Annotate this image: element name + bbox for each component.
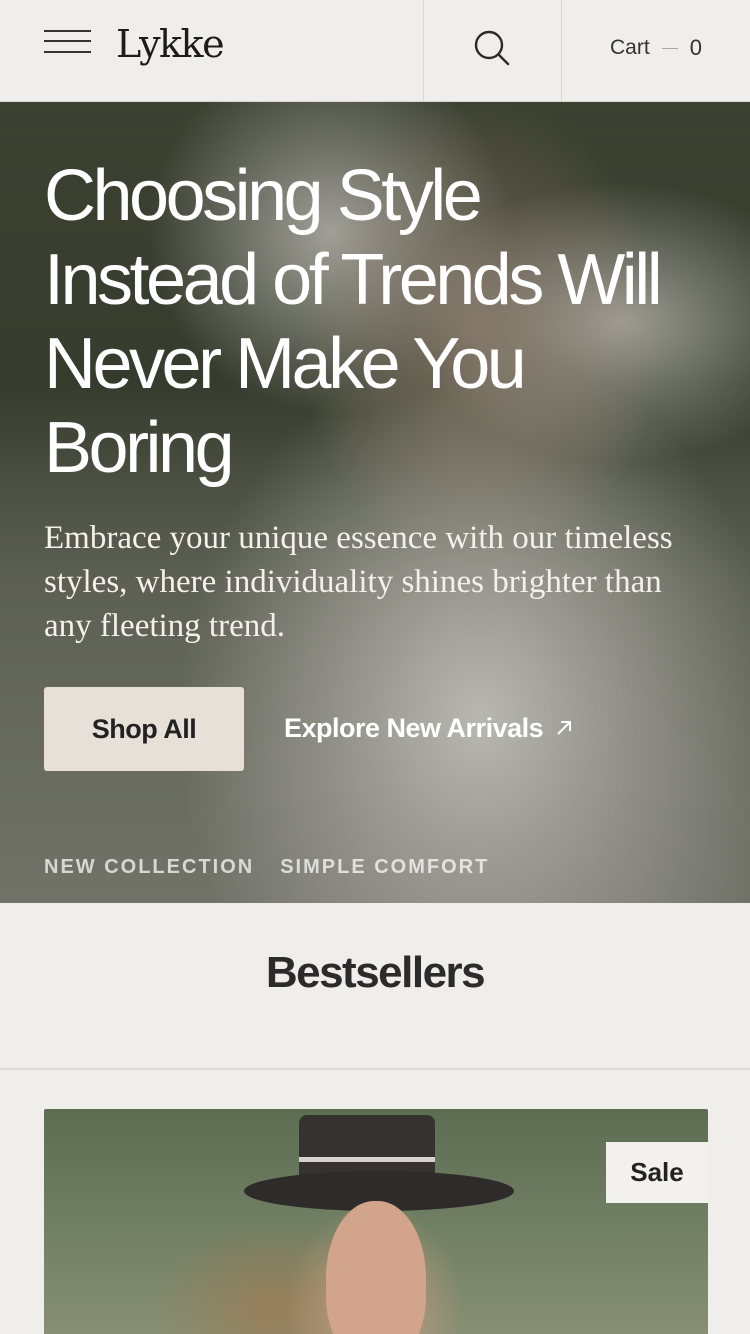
menu-line	[44, 40, 91, 42]
hero-title: Choosing Style Instead of Trends Will Ne…	[44, 156, 663, 488]
menu-line	[44, 30, 91, 32]
hero-banner: Choosing Style Instead of Trends Will Ne…	[0, 102, 750, 903]
cart-dash	[661, 47, 678, 49]
hero-tag[interactable]: SIMPLE COMFORT	[280, 856, 489, 879]
hamburger-menu-icon[interactable]	[44, 28, 92, 58]
sale-badge: Sale	[606, 1142, 708, 1203]
header-divider	[423, 0, 424, 101]
hero-tags: NEW COLLECTION SIMPLE COMFORT	[44, 856, 489, 879]
header-divider	[561, 0, 562, 101]
product-image-model	[326, 1201, 426, 1334]
product-image-hat-band	[299, 1157, 435, 1162]
hero-subtitle: Embrace your unique essence with our tim…	[44, 520, 673, 644]
cart-button[interactable]: Cart 0	[610, 32, 702, 64]
explore-link-label: Explore New Arrivals	[284, 712, 544, 743]
site-header: Lykke Cart 0	[0, 0, 750, 102]
cart-label: Cart	[610, 36, 650, 59]
hero-tag[interactable]: NEW COLLECTION	[44, 856, 254, 879]
site-logo[interactable]: Lykke	[116, 22, 225, 66]
menu-line	[44, 51, 91, 53]
bestsellers-title: Bestsellers	[265, 948, 486, 997]
section-divider	[0, 1068, 750, 1070]
product-card[interactable]: Sale	[44, 1109, 708, 1334]
shop-all-button[interactable]: Shop All	[44, 687, 244, 771]
explore-new-arrivals-link[interactable]: Explore New Arrivals	[284, 708, 573, 748]
arrow-up-right-icon	[557, 721, 572, 735]
cart-count: 0	[689, 35, 702, 60]
search-icon[interactable]	[472, 28, 512, 68]
